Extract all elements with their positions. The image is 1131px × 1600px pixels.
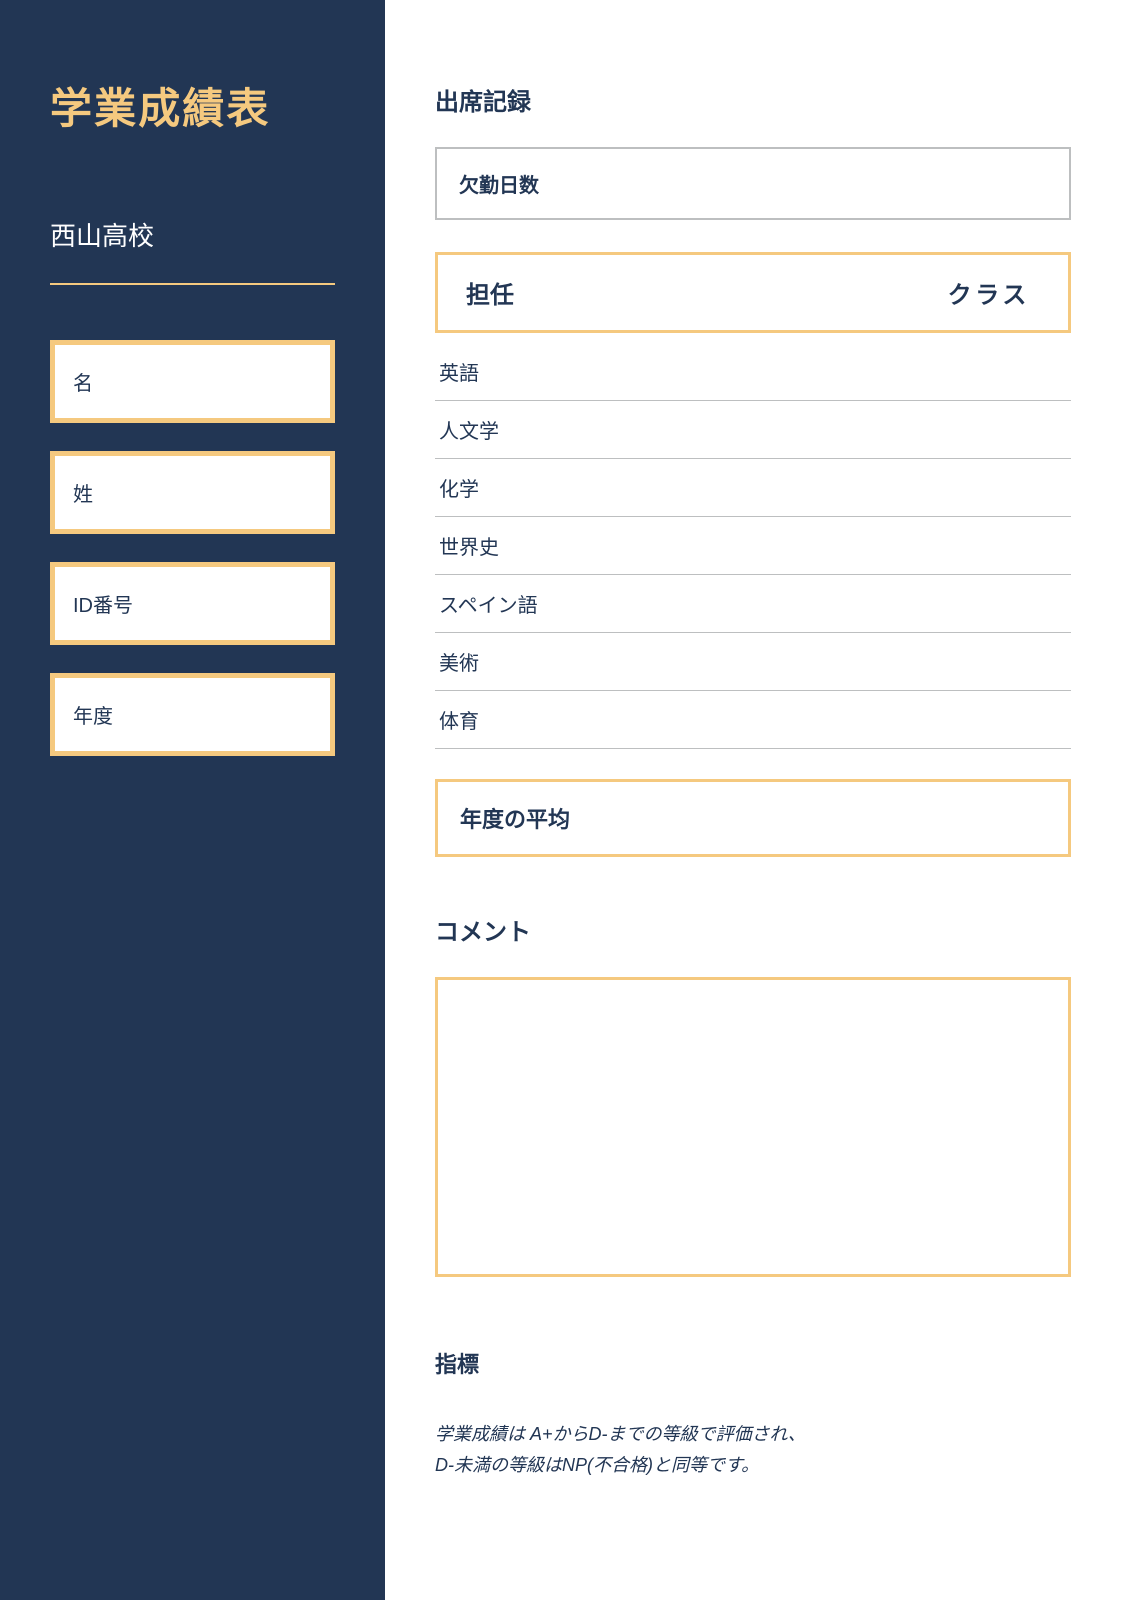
attendance-title: 出席記録 <box>435 82 1071 117</box>
metrics-description: 学業成績は A+からD-までの等級で評価され、 D-未満の等級はNP(不合格)と… <box>435 1419 1071 1480</box>
subject-row: 化学 <box>435 459 1071 517</box>
id-number-field[interactable]: ID番号 <box>50 562 335 645</box>
subject-row: スペイン語 <box>435 575 1071 633</box>
comments-field[interactable] <box>435 977 1071 1277</box>
first-name-field[interactable]: 名 <box>50 340 335 423</box>
school-name: 西山高校 <box>50 216 335 253</box>
subject-row: 体育 <box>435 691 1071 749</box>
year-field[interactable]: 年度 <box>50 673 335 756</box>
class-label: クラス <box>948 275 1040 310</box>
subject-row: 美術 <box>435 633 1071 691</box>
absence-days-field[interactable]: 欠勤日数 <box>435 147 1071 220</box>
metrics-line-2: D-未満の等級はNP(不合格)と同等です。 <box>435 1455 759 1475</box>
metrics-line-1: 学業成績は A+からD-までの等級で評価され、 <box>435 1424 806 1444</box>
metrics-title: 指標 <box>435 1347 1071 1379</box>
id-number-label: ID番号 <box>73 595 133 617</box>
document-title: 学業成績表 <box>50 75 335 136</box>
teacher-label: 担任 <box>466 275 948 310</box>
absence-days-label: 欠勤日数 <box>459 175 539 197</box>
first-name-label: 名 <box>73 373 93 395</box>
subject-row: 英語 <box>435 343 1071 401</box>
last-name-field[interactable]: 姓 <box>50 451 335 534</box>
year-label: 年度 <box>73 706 113 728</box>
last-name-label: 姓 <box>73 484 93 506</box>
subject-row: 人文学 <box>435 401 1071 459</box>
sidebar: 学業成績表 西山高校 名 姓 ID番号 年度 <box>0 0 385 1600</box>
comments-title: コメント <box>435 912 1071 947</box>
year-average-label: 年度の平均 <box>460 807 570 832</box>
year-average-field[interactable]: 年度の平均 <box>435 779 1071 857</box>
teacher-class-header: 担任 クラス <box>435 252 1071 333</box>
subject-row: 世界史 <box>435 517 1071 575</box>
subject-list: 英語 人文学 化学 世界史 スペイン語 美術 体育 <box>435 343 1071 749</box>
main-content: 出席記録 欠勤日数 担任 クラス 英語 人文学 化学 世界史 スペイン語 美術 … <box>385 0 1131 1600</box>
sidebar-divider <box>50 283 335 285</box>
